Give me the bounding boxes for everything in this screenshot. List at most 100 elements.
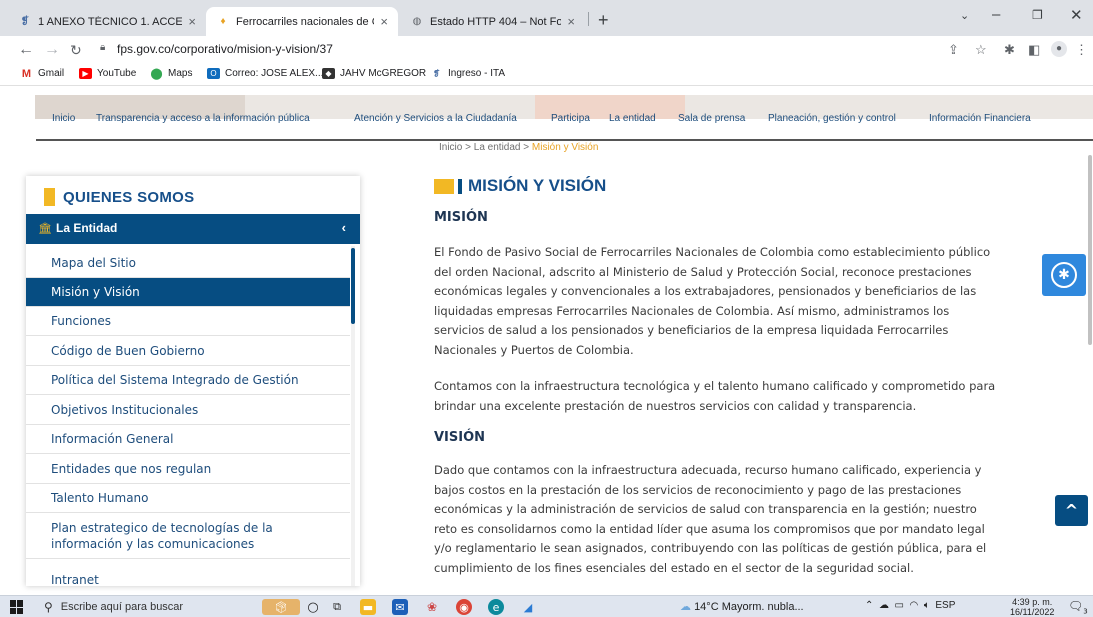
bookmark-youtube[interactable]: ▶ YouTube <box>79 68 136 79</box>
tab-search-chevron-icon[interactable]: ⌄ <box>960 9 969 22</box>
battery-icon[interactable]: ▭ <box>895 600 904 611</box>
language-indicator[interactable]: ESP <box>935 600 955 611</box>
restore-icon[interactable]: ❐ <box>1032 8 1043 22</box>
search-icon: ⚲ <box>44 600 53 614</box>
edge-icon[interactable]: e <box>488 599 504 615</box>
windows-start-icon[interactable] <box>10 600 24 614</box>
sidebar-item-talento-humano[interactable]: Talento Humano <box>26 484 350 513</box>
sidebar-item-plan-tic[interactable]: Plan estrategico de tecnologías de la in… <box>26 513 350 559</box>
text-line: servicios de salud a los pensionados y b… <box>434 323 949 337</box>
menu-kebab-icon[interactable]: ⋮ <box>1075 42 1088 58</box>
text-line: Contamos con la infraestructura tecnológ… <box>434 379 996 393</box>
sidebar-item-funciones[interactable]: Funciones <box>26 307 350 336</box>
bookmarks-bar: M Gmail ▶ YouTube ⬤ Maps O Correo: JOSE ALEX… <box>0 64 1093 86</box>
menu-item-la-entidad[interactable]: La entidad <box>609 113 656 124</box>
taskbar-search-placeholder: Escribe aquí para buscar <box>60 601 184 613</box>
sidebar-title-text: QUIENES SOMOS <box>63 188 195 206</box>
breadcrumb: Inicio > La entidad > Misión y Visión <box>439 142 598 153</box>
window-close-icon[interactable]: ✕ <box>1070 6 1083 24</box>
scroll-to-top-button[interactable]: ^ <box>1055 495 1088 526</box>
tab-label: Estado HTTP 404 – Not Found <box>430 15 562 28</box>
chevron-left-icon[interactable]: ‹ <box>342 220 346 235</box>
tab-404[interactable]: ◍ Estado HTTP 404 – Not Found × <box>400 7 585 36</box>
menu-item-inicio[interactable]: Inicio <box>52 113 75 124</box>
back-icon[interactable]: ← <box>18 41 34 59</box>
maps-pin-icon: ⬤ <box>150 68 163 80</box>
mail-icon[interactable]: ✉ <box>392 599 408 615</box>
bookmark-jahv[interactable]: ◆ JAHV McGREGOR <box>322 68 426 79</box>
paint-icon[interactable]: ❀ <box>424 599 440 615</box>
chevron-up-icon: ^ <box>1064 501 1079 520</box>
sidebar-item-mision-y-vision[interactable]: Misión y Visión <box>26 278 350 307</box>
close-icon[interactable]: × <box>188 14 196 29</box>
taskbar-search[interactable]: ⚲ Escribe aquí para buscar <box>36 596 236 617</box>
file-explorer-icon[interactable]: ▬ <box>360 599 376 615</box>
close-icon[interactable]: × <box>567 14 575 29</box>
tab-anexo[interactable]: ❡ 1 ANEXO TÉCNICO 1. ACCESIBILI × <box>8 7 206 36</box>
omnibox[interactable]: 🔒︎ fps.gov.co/corporativo/mision-y-visio… <box>95 39 1088 61</box>
menu-item-atencion[interactable]: Atención y Servicios a la Ciudadanía <box>354 113 517 124</box>
page-scrollbar[interactable] <box>1088 155 1093 595</box>
institution-icon: 🏛︎ <box>38 222 52 235</box>
sidebar: QUIENES SOMOS 🏛︎ La Entidad ‹ Mapa del S… <box>26 176 360 587</box>
cortana-icon[interactable]: ○ <box>305 599 321 615</box>
onedrive-icon[interactable]: ☁ <box>879 600 889 611</box>
accessibility-button[interactable]: ✱ <box>1042 254 1086 296</box>
forward-icon[interactable]: → <box>44 41 60 59</box>
menu-item-sala-de-prensa[interactable]: Sala de prensa <box>678 113 745 124</box>
sidebar-scrollbar-thumb[interactable] <box>351 248 355 324</box>
chevron-up-icon[interactable]: ⌃ <box>865 600 873 611</box>
bookmark-correo[interactable]: O Correo: JOSE ALEX... <box>207 68 323 79</box>
sidebar-item-entidades-regulan[interactable]: Entidades que nos regulan <box>26 454 350 484</box>
sidebar-item-intranet[interactable]: Intranet <box>26 565 350 595</box>
bookmark-maps[interactable]: ⬤ Maps <box>150 68 193 80</box>
app-icon[interactable]: ◢ <box>520 599 536 615</box>
breadcrumb-current: Misión y Visión <box>531 142 599 153</box>
volume-icon[interactable]: 🔈︎ <box>924 600 930 611</box>
menu-item-planeacion[interactable]: Planeación, gestión y control <box>768 113 896 124</box>
task-view-icon[interactable]: ⧉ <box>329 599 345 615</box>
notification-center-icon[interactable]: 🗨︎3 <box>1068 599 1088 615</box>
extensions-icon[interactable]: ✱ <box>1004 42 1015 58</box>
share-icon[interactable]: ⇪ <box>948 42 959 58</box>
side-panel-icon[interactable]: ◧ <box>1028 42 1040 58</box>
reload-icon[interactable]: ↻ <box>70 42 82 59</box>
sidebar-item-codigo-buen-gobierno[interactable]: Código de Buen Gobierno <box>26 336 350 366</box>
sidebar-item-informacion-general[interactable]: Información General <box>26 425 350 454</box>
wifi-icon[interactable]: ◠ <box>910 600 919 611</box>
minimize-icon[interactable]: – <box>992 6 1000 23</box>
main-menu: Inicio Transparencia y acceso a la infor… <box>0 106 1093 130</box>
breadcrumb-home[interactable]: Inicio <box>439 142 462 153</box>
sidebar-item-politica-sig[interactable]: Política del Sistema Integrado de Gestió… <box>26 366 350 395</box>
system-tray[interactable]: ⌃ ☁ ▭ ◠ 🔈︎ ESP <box>865 600 955 611</box>
globe-icon: ◍ <box>412 16 422 27</box>
weather-widget[interactable]: ☁ 14°C Mayorm. nubla... <box>680 600 804 613</box>
sidebar-item-mapa-del-sitio[interactable]: Mapa del Sitio <box>26 248 350 278</box>
tab-ferrocarriles[interactable]: ♦ Ferrocarriles nacionales de Color × <box>206 7 398 36</box>
breadcrumb-section[interactable]: La entidad <box>474 142 521 153</box>
clock[interactable]: 4:39 p. m. 16/11/2022 <box>1010 597 1054 617</box>
sidebar-group-la-entidad[interactable]: 🏛︎ La Entidad ‹ <box>26 214 360 244</box>
bookmark-star-icon[interactable]: ☆ <box>975 42 987 58</box>
close-icon[interactable]: × <box>380 14 388 29</box>
menu-item-transparencia[interactable]: Transparencia y acceso a la información … <box>96 113 310 124</box>
bookmark-gmail[interactable]: M Gmail <box>20 67 64 80</box>
url-text[interactable]: fps.gov.co/corporativo/mision-y-vision/3… <box>117 42 333 56</box>
tab-bar: ❡ 1 ANEXO TÉCNICO 1. ACCESIBILI × ♦ Ferr… <box>0 0 1093 36</box>
bookmark-ita[interactable]: ❡ Ingreso - ITA <box>430 68 505 79</box>
clock-date: 16/11/2022 <box>1010 607 1055 617</box>
sidebar-title: QUIENES SOMOS <box>44 188 194 206</box>
page-scrollbar-thumb[interactable] <box>1088 155 1092 345</box>
chrome-icon[interactable]: ◉ <box>456 599 472 615</box>
bookmark-label: Maps <box>168 68 193 79</box>
text-line: económicas legales y convencionales a lo… <box>434 284 977 298</box>
new-tab-button[interactable]: + <box>598 10 609 31</box>
gmail-icon: M <box>20 67 33 80</box>
sidebar-item-objetivos[interactable]: Objetivos Institucionales <box>26 395 350 425</box>
itm-favicon-icon: ❡ <box>430 68 443 79</box>
mision-paragraph-1: El Fondo de Pasivo Social de Ferrocarril… <box>434 243 1054 360</box>
profile-avatar-icon[interactable]: ● <box>1051 41 1067 57</box>
taskbar-promo-icon[interactable]: 📦︎ <box>262 599 300 615</box>
menu-item-informacion-financiera[interactable]: Información Financiera <box>929 113 1031 124</box>
menu-item-participa[interactable]: Participa <box>551 113 590 124</box>
